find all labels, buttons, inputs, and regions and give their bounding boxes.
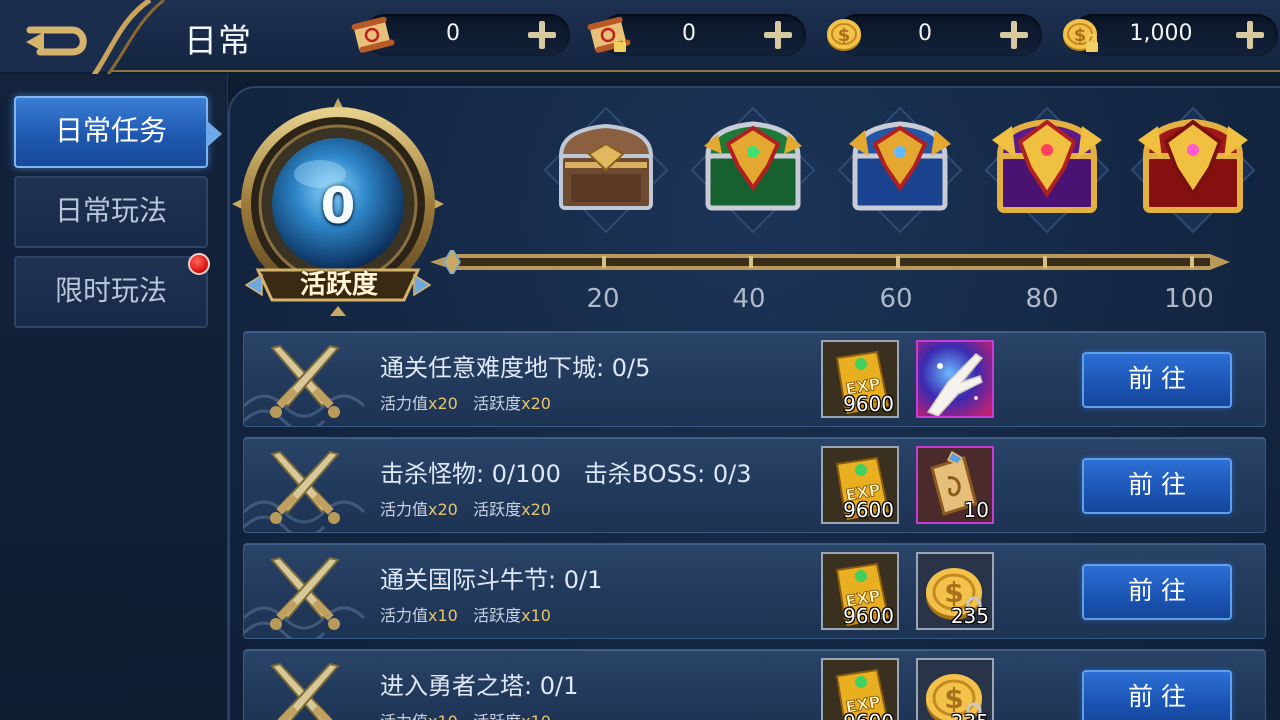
activity-value: 0 bbox=[320, 177, 356, 235]
back-arrow-icon bbox=[0, 0, 165, 81]
vitality-label: 活力值 bbox=[380, 712, 428, 720]
active-indicator-arrow bbox=[206, 120, 222, 148]
vitality-value: x20 bbox=[428, 394, 458, 413]
task-points: 活力值x10 活跃度x10 bbox=[380, 602, 551, 626]
reward-exp-book[interactable]: EXP 9600 bbox=[821, 340, 899, 418]
top-bar: 日常 0 0 $ 0 $ 1,000 bbox=[0, 0, 1280, 81]
task-title: 击杀怪物: 0/100 击杀BOSS: 0/3 bbox=[380, 460, 752, 488]
task-title: 进入勇者之塔: 0/1 bbox=[380, 672, 579, 700]
currency-locked-gold-coin: $ 1,000 bbox=[1058, 12, 1278, 58]
reward-locked-gold-coin[interactable]: $ 235 bbox=[916, 658, 994, 720]
milestone-label: 60 bbox=[879, 284, 913, 314]
add-locked-gold-coin-button[interactable] bbox=[1232, 17, 1268, 53]
activity-points-value: x10 bbox=[521, 606, 551, 625]
sidebar-item-daily-play[interactable]: 日常玩法 bbox=[14, 176, 208, 248]
activity-points-value: x20 bbox=[521, 394, 551, 413]
blue-chest-icon[interactable] bbox=[835, 104, 965, 236]
reward-quantity: 9600 bbox=[843, 498, 894, 522]
currency-gold-coin: $ 0 bbox=[822, 12, 1042, 58]
activity-label: 活跃度 bbox=[299, 270, 378, 300]
currency-scroll: 0 bbox=[350, 12, 570, 58]
reward-magic-hand[interactable] bbox=[916, 340, 994, 418]
activity-points-label: 活跃度 bbox=[473, 712, 521, 720]
sidebar bbox=[0, 74, 228, 720]
task-points: 活力值x20 活跃度x20 bbox=[380, 496, 551, 520]
reward-exp-book[interactable]: EXP 9600 bbox=[821, 658, 899, 720]
go-button[interactable]: 前往 bbox=[1082, 352, 1232, 408]
add-gold-coin-button[interactable] bbox=[996, 17, 1032, 53]
task-row: 进入勇者之塔: 0/1 活力值x10 活跃度x10 EXP 9600 $ 235… bbox=[243, 649, 1266, 720]
currency-value: 1,000 bbox=[1129, 21, 1193, 46]
back-button[interactable] bbox=[0, 0, 180, 81]
add-scroll-button[interactable] bbox=[524, 17, 560, 53]
vitality-value: x10 bbox=[428, 712, 458, 720]
currency-value: 0 bbox=[446, 21, 460, 46]
task-row: 通关国际斗牛节: 0/1 活力值x10 活跃度x10 EXP 9600 $ 23… bbox=[243, 543, 1266, 639]
reward-quantity: 235 bbox=[951, 710, 989, 720]
milestone-label: 40 bbox=[732, 284, 766, 314]
activity-points-value: x10 bbox=[521, 712, 551, 720]
magic-hand-icon bbox=[918, 342, 992, 416]
go-button[interactable]: 前往 bbox=[1082, 564, 1232, 620]
sidebar-item-daily-tasks[interactable]: 日常任务 bbox=[14, 96, 208, 168]
bronze-chest-icon[interactable] bbox=[541, 104, 671, 236]
reward-exp-book[interactable]: EXP 9600 bbox=[821, 552, 899, 630]
activity-points-label: 活跃度 bbox=[473, 394, 522, 413]
notification-badge bbox=[188, 253, 210, 275]
task-row: 通关任意难度地下城: 0/5 活力值x20 活跃度x20 EXP 9600 前往 bbox=[243, 331, 1266, 427]
vitality-label: 活力值 bbox=[380, 606, 429, 625]
go-button[interactable]: 前往 bbox=[1082, 458, 1232, 514]
purple-chest-icon[interactable] bbox=[982, 104, 1112, 236]
vitality-value: x20 bbox=[428, 500, 458, 519]
sidebar-item-limited-play[interactable]: 限时玩法 bbox=[14, 256, 208, 328]
green-chest-icon[interactable] bbox=[688, 104, 818, 236]
page-title: 日常 bbox=[184, 21, 252, 60]
add-locked-scroll-button[interactable] bbox=[760, 17, 796, 53]
vitality-value: x10 bbox=[428, 606, 458, 625]
crossed-swords-icon bbox=[270, 450, 340, 524]
task-row: 击杀怪物: 0/100 击杀BOSS: 0/3 活力值x20 活跃度x20 EX… bbox=[243, 437, 1266, 533]
red-chest-icon[interactable] bbox=[1128, 104, 1258, 236]
crossed-swords-icon bbox=[270, 662, 340, 720]
task-points: 活力值x10 活跃度x10 bbox=[380, 708, 551, 720]
reward-quantity: 10 bbox=[963, 498, 989, 522]
currency-locked-scroll: 0 bbox=[586, 12, 806, 58]
reward-quantity: 9600 bbox=[843, 604, 894, 628]
reward-quantity: 235 bbox=[950, 604, 989, 628]
svg-text:$: $ bbox=[838, 25, 851, 46]
task-title: 通关任意难度地下城: 0/5 bbox=[380, 354, 651, 382]
reward-card-fragment[interactable]: 10 bbox=[916, 446, 994, 524]
activity-points-label: 活跃度 bbox=[473, 500, 522, 519]
crossed-swords-icon bbox=[270, 556, 340, 630]
reward-locked-gold-coin[interactable]: $ 235 bbox=[916, 552, 994, 630]
activity-points-value: x20 bbox=[521, 500, 551, 519]
task-title: 通关国际斗牛节: 0/1 bbox=[380, 566, 603, 594]
crossed-swords-icon bbox=[270, 344, 340, 418]
reward-exp-book[interactable]: EXP 9600 bbox=[821, 446, 899, 524]
vitality-label: 活力值 bbox=[380, 500, 429, 519]
milestone-label: 100 bbox=[1164, 284, 1214, 314]
go-button[interactable]: 前往 bbox=[1082, 670, 1232, 720]
currency-value: 0 bbox=[918, 21, 932, 46]
svg-text:$: $ bbox=[1074, 25, 1087, 46]
reward-quantity: 9600 bbox=[843, 392, 894, 416]
task-points: 活力值x20 活跃度x20 bbox=[380, 390, 551, 414]
vitality-label: 活力值 bbox=[380, 394, 429, 413]
reward-quantity: 9600 bbox=[843, 710, 894, 720]
milestone-label: 80 bbox=[1025, 284, 1059, 314]
currency-value: 0 bbox=[682, 21, 696, 46]
activity-points-label: 活跃度 bbox=[473, 606, 522, 625]
activity-progress-bar bbox=[430, 250, 1230, 274]
milestone-label: 20 bbox=[586, 284, 620, 314]
